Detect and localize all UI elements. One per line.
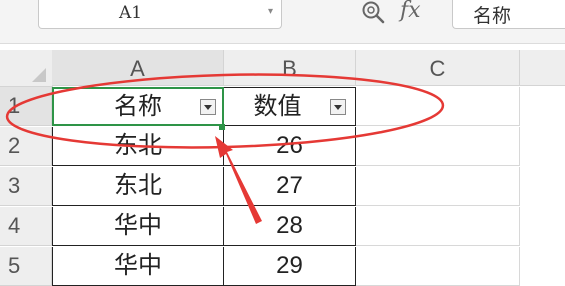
name-box[interactable]: A1 ▾ xyxy=(38,0,282,29)
header-name-label: 名称 xyxy=(114,93,162,120)
cell-b1[interactable]: 数值 xyxy=(224,87,356,126)
row-header-4[interactable]: 4 xyxy=(0,207,52,246)
filter-dropdown-icon[interactable] xyxy=(330,99,346,115)
formula-value: 名称 xyxy=(473,6,512,27)
cell-a3[interactable]: 东北 xyxy=(52,167,224,206)
row-header-2[interactable]: 2 xyxy=(0,127,52,166)
formula-bar: A1 ▾ fx 名称 xyxy=(0,0,565,44)
cell-c4[interactable] xyxy=(356,207,520,246)
cell-a1[interactable]: 名称 xyxy=(52,87,224,126)
name-box-value: A1 xyxy=(119,3,143,23)
column-header-b[interactable]: B xyxy=(224,50,356,86)
cell-a2[interactable]: 东北 xyxy=(52,127,224,166)
header-value-label: 数值 xyxy=(253,93,302,120)
cell-c5[interactable] xyxy=(356,247,520,286)
row-header-5[interactable]: 5 xyxy=(0,247,52,286)
filter-dropdown-icon[interactable] xyxy=(200,99,216,115)
cell-c2[interactable] xyxy=(356,127,520,166)
row-header-1[interactable]: 1 xyxy=(0,87,52,126)
column-header-c[interactable]: C xyxy=(356,50,520,86)
fx-icon[interactable]: fx xyxy=(400,0,421,23)
chevron-down-icon[interactable]: ▾ xyxy=(268,6,273,17)
row-header-3[interactable]: 3 xyxy=(0,167,52,206)
cell-c3[interactable] xyxy=(356,167,520,206)
cell-b2[interactable]: 26 xyxy=(224,127,356,166)
cell-a4[interactable]: 华中 xyxy=(52,207,224,246)
column-header-d[interactable] xyxy=(520,50,565,86)
cell-c1[interactable] xyxy=(356,87,520,126)
magnifier-zoom-icon[interactable] xyxy=(360,0,388,26)
fill-handle[interactable] xyxy=(219,124,225,130)
select-all-corner[interactable] xyxy=(0,50,53,87)
cell-b5[interactable]: 29 xyxy=(224,247,356,286)
column-header-a[interactable]: A xyxy=(52,50,224,86)
cell-a5[interactable]: 华中 xyxy=(52,247,224,286)
formula-input[interactable]: 名称 xyxy=(452,0,565,29)
cell-b3[interactable]: 27 xyxy=(224,167,356,206)
cell-b4[interactable]: 28 xyxy=(224,207,356,246)
